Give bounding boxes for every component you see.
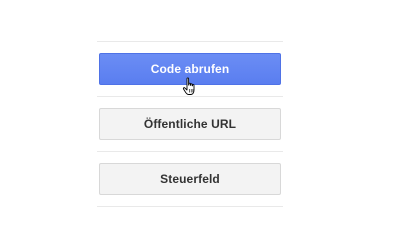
public-url-button[interactable]: Öffentliche URL: [99, 108, 281, 140]
control-panel-button[interactable]: Steuerfeld: [99, 163, 281, 195]
get-code-button[interactable]: Code abrufen: [99, 53, 281, 85]
row-public-url: Öffentliche URL: [97, 97, 283, 151]
divider-bottom: [97, 206, 283, 207]
share-options-panel: Code abrufen Öffentliche URL Steuerfeld: [97, 41, 283, 207]
row-get-code: Code abrufen: [97, 42, 283, 96]
row-control-panel: Steuerfeld: [97, 152, 283, 206]
